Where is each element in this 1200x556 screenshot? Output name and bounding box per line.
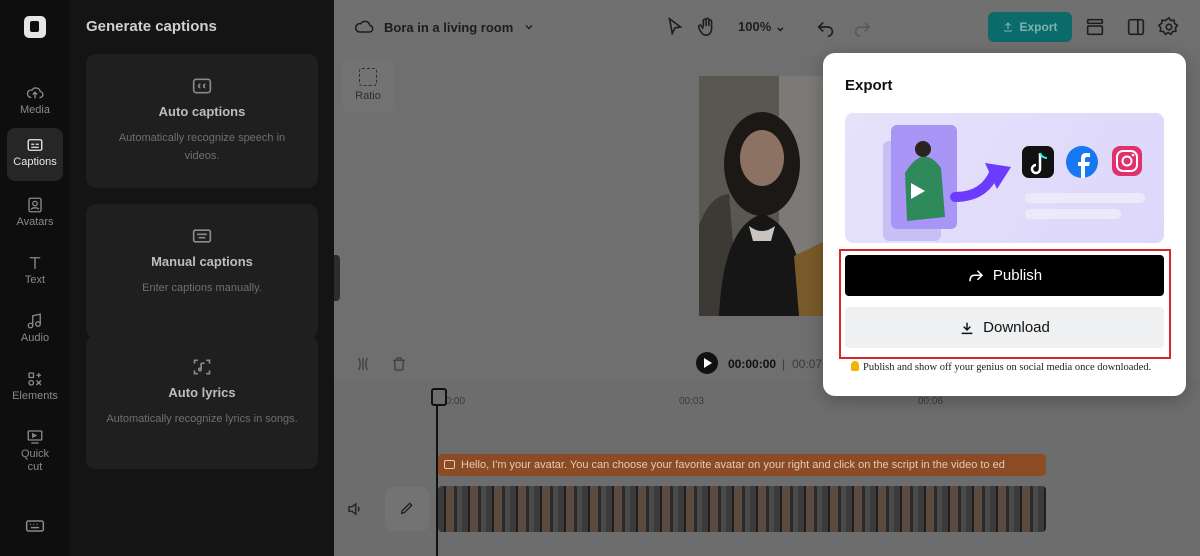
card-description: Enter captions manually. [142,282,262,294]
card-title: Manual captions [151,254,253,269]
split-icon[interactable] [354,352,372,376]
card-title: Auto lyrics [168,385,236,400]
share-arrow-icon [969,269,983,281]
text-icon [29,257,41,269]
caption-track-clip[interactable]: Hello, I'm your avatar. You can choose y… [438,454,1046,476]
card-title: Auto captions [158,104,246,119]
export-dialog-title: Export [845,77,893,94]
rail-item-captions[interactable]: Captions [7,128,63,181]
rail-label-elements: Elements [12,390,58,402]
export-banner-illustration [845,113,1164,243]
export-label: Export [1019,20,1058,34]
upload-icon [1004,22,1013,32]
export-tip-text: Publish and show off your genius on soci… [863,362,1152,373]
publish-label: Publish [992,267,1043,284]
export-button[interactable]: Export [988,12,1072,42]
panel-collapse-handle[interactable] [334,255,340,301]
rail-label-avatars: Avatars [16,216,54,228]
rail-item-elements[interactable]: Elements [7,362,63,414]
panel-title: Generate captions [86,18,217,35]
avatar-icon [28,197,42,213]
timeline-tick: 00:06 [918,396,944,407]
keyboard-shortcuts-icon[interactable] [25,516,45,536]
volume-icon[interactable] [346,500,364,518]
export-tip: Publish and show off your genius on soci… [851,361,1151,373]
pencil-icon [400,502,413,515]
cloud-icon [354,20,374,33]
current-time: 00:00:00 [728,357,777,371]
split-view-icon[interactable] [1125,16,1147,38]
rail-label-audio: Audio [20,332,50,344]
video-preview[interactable] [699,76,825,316]
rail-label-cut: cut [27,461,43,473]
caption-text: Hello, I'm your avatar. You can choose y… [461,459,1005,471]
rail-label-text: Text [24,274,46,286]
keyboard-icon [192,229,212,243]
ratio-icon [359,68,377,86]
edit-track-button[interactable] [385,487,429,531]
chevron-down-icon [525,25,533,30]
total-time: 00:07 [792,357,823,371]
auto-captions-card[interactable]: Auto captions Automatically recognize sp… [86,54,318,188]
music-scan-icon [193,359,211,375]
cc-icon [192,78,212,94]
tiktok-icon [1022,146,1054,178]
lightbulb-icon [851,361,859,371]
download-button[interactable]: Download [845,307,1164,348]
rail-item-avatars[interactable]: Avatars [7,188,63,240]
export-dialog: Export Publish Download Publish and show… [823,53,1186,396]
pointer-icon[interactable] [664,16,686,38]
undo-icon[interactable] [815,16,837,38]
elements-icon [28,372,42,386]
quick-cut-icon [27,430,43,444]
captions-icon [27,139,43,151]
cloud-upload-icon [26,87,44,99]
zoom-select[interactable]: 100% ⌄ [738,19,786,35]
card-description: Automatically recognize speech in videos… [118,132,286,162]
timeline[interactable]: 00:00 00:03 00:06 Hello, I'm your avatar… [334,380,1200,556]
rail-label-quick: Quick [20,448,50,460]
avatar-video-frame [699,76,825,316]
trash-icon[interactable] [390,352,408,376]
social-share-illustration [883,125,1145,241]
redo-icon[interactable] [851,16,873,38]
time-separator: | [782,357,786,371]
hand-icon[interactable] [696,16,718,38]
video-track-clip[interactable] [438,486,1046,532]
rail-item-audio[interactable]: Audio [7,304,63,356]
playhead[interactable] [431,388,447,556]
download-icon [961,322,973,334]
ratio-button[interactable]: Ratio [342,60,394,112]
rail-item-media[interactable]: Media [7,76,63,128]
top-toolbar: Bora in a living room 100% ⌄ Export [334,0,1200,55]
caption-icon [444,460,455,469]
chevron-down-icon: ⌄ [774,19,786,34]
manual-captions-card[interactable]: Manual captions Enter captions manually. [86,204,318,338]
project-title[interactable]: Bora in a living room [354,16,535,38]
card-description: Automatically recognize lyrics in songs. [106,413,298,425]
rail-label-captions: Captions [13,156,57,168]
facebook-icon [1066,146,1098,178]
zoom-value: 100% [738,19,772,34]
left-rail: Media Captions Avatars Text Audio Elemen… [0,0,70,556]
auto-lyrics-card[interactable]: Auto lyrics Automatically recognize lyri… [86,335,318,469]
rail-item-text[interactable]: Text [7,246,63,298]
app-logo[interactable] [24,16,46,38]
project-name: Bora in a living room [384,19,514,35]
play-button[interactable] [696,352,718,374]
timeline-tick: 00:03 [679,396,705,407]
captions-panel: Generate captions Auto captions Automati… [70,0,334,556]
rail-label-media: Media [20,104,50,116]
layers-icon[interactable] [1084,16,1106,38]
publish-button[interactable]: Publish [845,255,1164,296]
download-label: Download [983,319,1050,336]
ratio-label: Ratio [355,90,381,102]
music-note-icon [27,313,41,329]
instagram-icon [1112,146,1142,176]
gear-icon[interactable] [1158,16,1180,38]
rail-item-quick-cut[interactable]: Quick cut [7,420,63,480]
